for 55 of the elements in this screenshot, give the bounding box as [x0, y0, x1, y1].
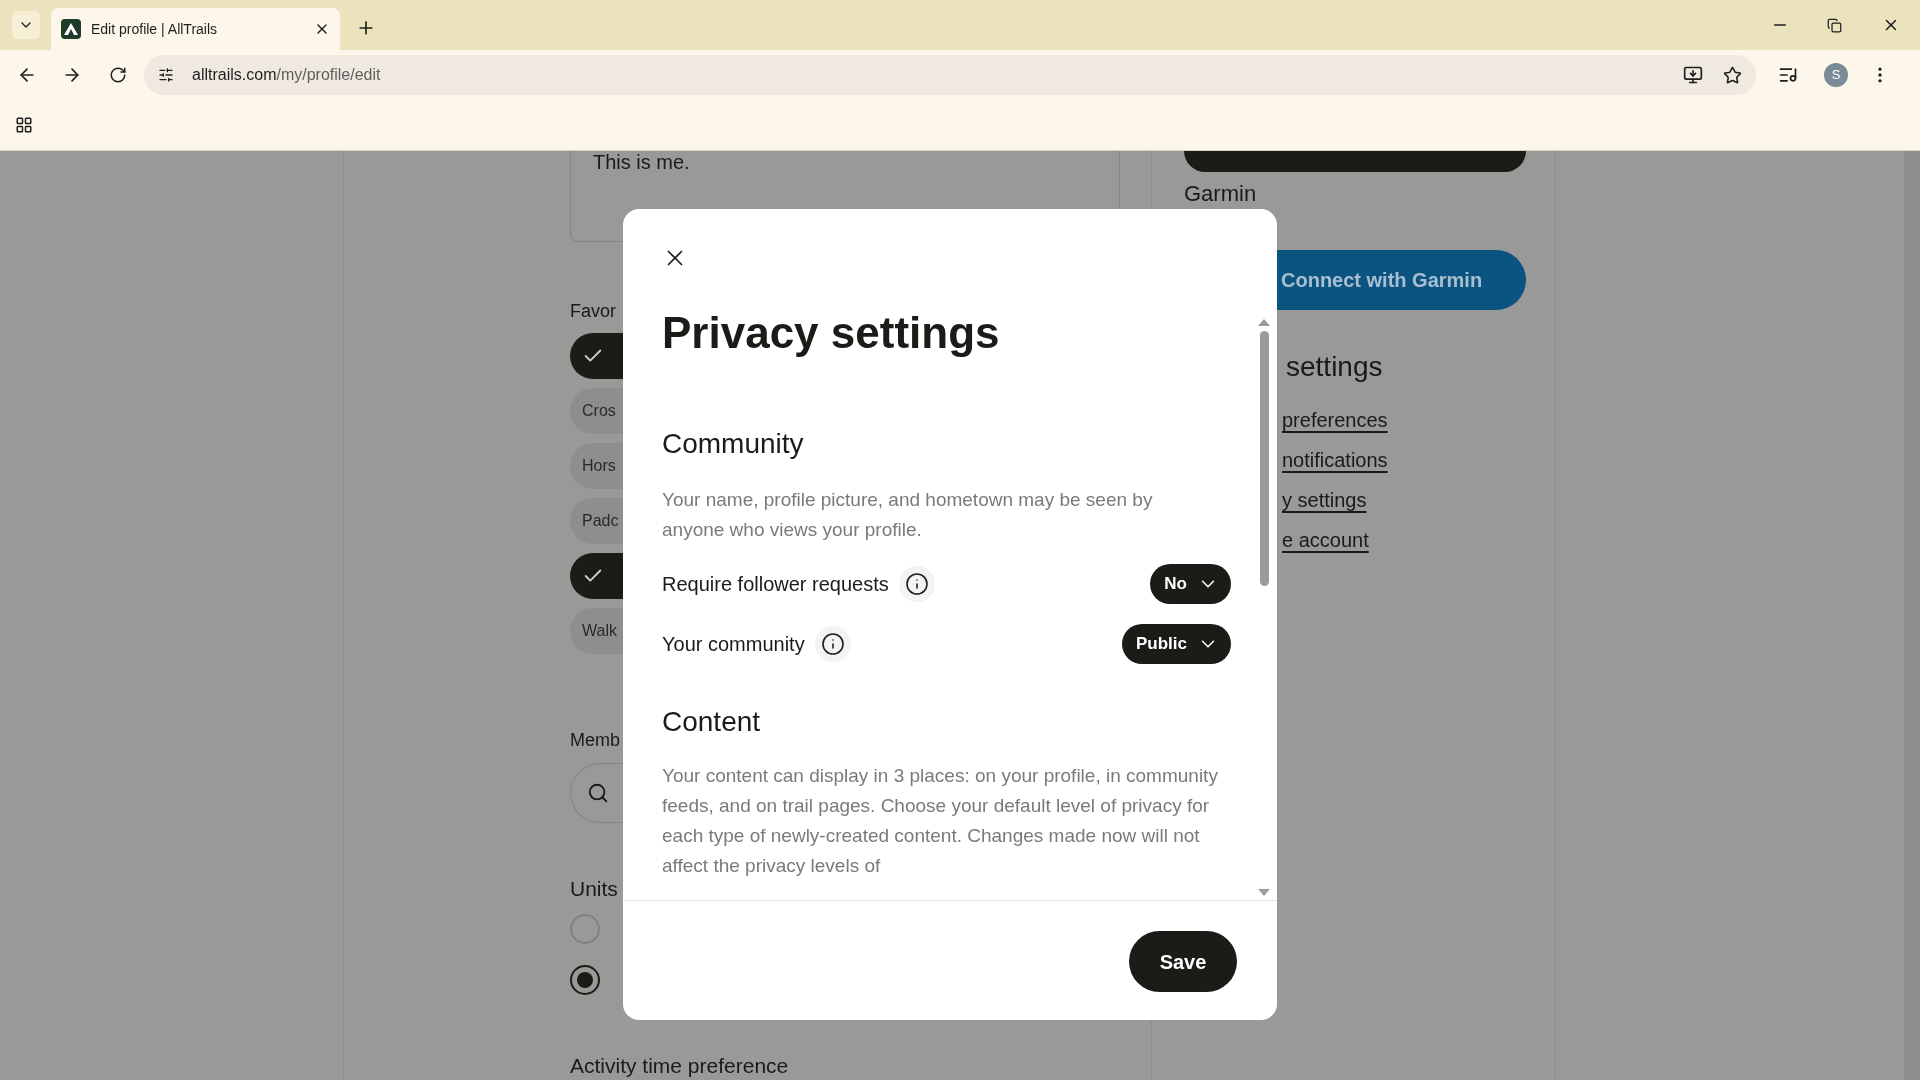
save-button[interactable]: Save — [1129, 931, 1237, 992]
setting-dropdown[interactable]: No — [1150, 564, 1231, 604]
bio-text: This is me. — [593, 151, 691, 173]
section-description: Your content can display in 3 places: on your profile, in community feeds, and on trail pages. Choose your default level of privacy for each type of newly-created content. Changes made now will not affect the privacy levels of — [662, 764, 1218, 878]
info-icon[interactable] — [898, 566, 935, 602]
settings-link[interactable]: e account — [1282, 526, 1369, 554]
reload-icon[interactable] — [109, 66, 127, 84]
section-heading: Community — [662, 427, 805, 461]
address-bar[interactable]: alltrails.com/my/profile/edit — [144, 55, 1756, 95]
garmin-heading: Garmin — [1184, 181, 1258, 207]
units-heading: Units — [570, 877, 619, 901]
scrollbar-thumb[interactable] — [1259, 331, 1269, 586]
tab-list-button[interactable] — [12, 11, 40, 39]
radio-button[interactable] — [570, 965, 600, 995]
site-info-icon[interactable] — [158, 67, 174, 83]
install-icon[interactable] — [1683, 65, 1703, 85]
dark-button[interactable] — [1184, 151, 1526, 172]
members-heading: Memb — [570, 729, 621, 752]
bookmark-star-icon[interactable] — [1723, 65, 1742, 85]
restore-icon[interactable] — [1827, 18, 1842, 33]
setting-dropdown[interactable]: Public — [1122, 624, 1231, 664]
scroll-down-icon[interactable] — [1258, 889, 1270, 896]
section-heading: Content — [662, 705, 762, 739]
chip-label: Hors — [582, 456, 616, 476]
connect-garmin-button[interactable]: Connect with Garmin — [1277, 250, 1526, 310]
setting-label: Require follower requests — [662, 572, 889, 597]
info-icon[interactable] — [814, 626, 851, 662]
page-scrollbar[interactable] — [1904, 151, 1920, 1080]
activity-chip[interactable]: Padc — [570, 498, 623, 544]
settings-link[interactable]: y settings — [1282, 486, 1367, 514]
radio-button[interactable] — [570, 914, 600, 944]
media-controls-icon[interactable] — [1778, 65, 1798, 85]
settings-heading: settings — [1286, 350, 1384, 384]
url-text: alltrails.com/my/profile/edit — [192, 65, 381, 85]
settings-link[interactable]: notifications — [1282, 446, 1388, 474]
activity-chip[interactable]: Walk — [570, 608, 623, 654]
section-description: Your name, profile picture, and hometown may be seen by anyone who views your profile. — [662, 488, 1154, 542]
dialog-title: Privacy settings — [662, 307, 1001, 359]
profile-avatar[interactable]: S — [1824, 63, 1848, 87]
activity-chip[interactable]: Hors — [570, 443, 623, 489]
chip-label: Walk — [582, 621, 617, 641]
favorites-heading: Favor — [570, 300, 617, 323]
browser-tab[interactable]: Edit profile | AllTrails — [51, 8, 340, 50]
search-icon — [587, 782, 609, 804]
setting-label: Your community — [662, 632, 805, 657]
apps-icon[interactable] — [15, 116, 33, 134]
chip-label: Padc — [582, 511, 619, 531]
chip-label: Cros — [582, 401, 616, 421]
activity-chip[interactable] — [570, 333, 623, 379]
activity-chip[interactable] — [570, 553, 623, 599]
tab-title: Edit profile | AllTrails — [91, 19, 219, 39]
activity-chip[interactable]: Cros — [570, 388, 623, 434]
settings-link[interactable]: preferences — [1282, 406, 1388, 434]
mountain-logo-icon — [61, 19, 81, 39]
activity-heading: Activity time preference — [570, 1055, 790, 1077]
